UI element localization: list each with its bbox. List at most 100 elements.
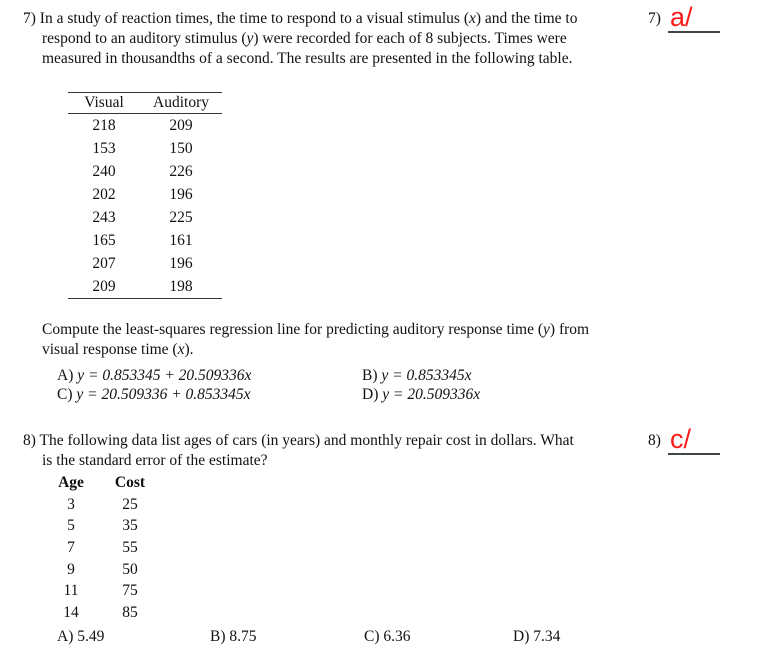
- table-row: 218 209: [68, 114, 222, 138]
- question-8-choice-d[interactable]: D) 7.34: [513, 627, 560, 647]
- table-header-row: Visual Auditory: [68, 92, 222, 114]
- table-cell: 218: [92, 116, 116, 134]
- table-row: 202 196: [68, 183, 222, 206]
- answer-7-mark: a/: [670, 2, 693, 32]
- table-cell: 11: [63, 582, 79, 600]
- question-8-choice-b[interactable]: B) 8.75: [210, 627, 257, 647]
- table-cell: 25: [122, 495, 138, 513]
- table-cell: 150: [169, 139, 193, 157]
- question-8-table-body: 3 25 5 35 7 55 9 50 11 75 14 85: [52, 494, 170, 624]
- answer-8: 8) c/: [648, 422, 738, 462]
- table-cell: 153: [92, 139, 116, 157]
- choice-label: C): [57, 386, 73, 403]
- question-8-number: 8): [23, 432, 36, 449]
- choice-label: B): [210, 628, 226, 645]
- table-cell: 75: [122, 582, 138, 600]
- question-8-choice-a[interactable]: A) 5.49: [57, 627, 104, 647]
- choice-label: A): [57, 367, 74, 384]
- table-cell: 202: [92, 185, 116, 203]
- question-7-table: Visual Auditory 218 209 153 150 240 226 202 196…: [68, 92, 222, 299]
- table-cell: 35: [122, 517, 138, 535]
- table-cell: 225: [169, 208, 193, 226]
- answer-7: 7) a/: [648, 0, 738, 40]
- table-cell: 85: [122, 603, 138, 621]
- question-8-table-wrap: Age Cost 3 25 5 35 7 55 9 50 11 75 14 85: [52, 472, 170, 624]
- column-header-auditory: Auditory: [140, 92, 222, 114]
- table-cell: 9: [67, 560, 75, 578]
- choice-text: 6.36: [383, 628, 411, 645]
- question-8-table: Age Cost 3 25 5 35 7 55 9 50 11 75 14 85: [52, 472, 170, 624]
- choice-label: D): [362, 386, 379, 403]
- question-7-table-wrap: Visual Auditory 218 209 153 150 240 226 202 196…: [68, 92, 222, 299]
- question-7: 7) In a study of reaction times, the tim…: [23, 9, 633, 69]
- choice-text: 7.34: [533, 628, 561, 645]
- table-row: 7 55: [52, 537, 170, 559]
- table-cell: 14: [63, 603, 79, 621]
- question-8-text-1: The following data list ages of cars (in…: [39, 432, 574, 449]
- table-cell: 209: [68, 275, 140, 299]
- table-cell: 196: [169, 185, 193, 203]
- table-cell: 226: [169, 162, 193, 180]
- choice-text: y = 20.509336 + 0.853345x: [76, 386, 251, 403]
- table-cell: 55: [122, 538, 138, 556]
- column-header-age: Age: [58, 474, 84, 491]
- table-row: 243 225: [68, 206, 222, 229]
- question-7-table-body: 218 209 153 150 240 226 202 196 243 225 165 161 207 1…: [68, 114, 222, 299]
- column-header-visual: Visual: [68, 92, 140, 114]
- question-7-choice-a[interactable]: A) y = 0.853345 + 20.509336x: [57, 366, 251, 386]
- table-cell: 209: [169, 116, 193, 134]
- question-7-number: 7): [23, 10, 36, 27]
- question-7-prompt-line-2: visual response time (x).: [42, 341, 194, 358]
- table-header-row: Age Cost: [52, 472, 170, 494]
- choice-label: B): [362, 367, 378, 384]
- choice-label: D): [513, 628, 530, 645]
- question-7-line-1: 7) In a study of reaction times, the tim…: [23, 9, 633, 29]
- table-row: 14 85: [52, 602, 170, 624]
- question-7-choice-b[interactable]: B) y = 0.853345x: [362, 366, 471, 386]
- question-7-prompt-line-1: Compute the least-squares regression lin…: [42, 321, 590, 338]
- table-cell: 196: [169, 254, 193, 272]
- table-row: 5 35: [52, 516, 170, 538]
- table-row: 209 198: [68, 275, 222, 299]
- table-row: 240 226: [68, 160, 222, 183]
- question-7-choice-c[interactable]: C) y = 20.509336 + 0.853345x: [57, 385, 251, 405]
- choice-text: y = 20.509336x: [382, 386, 481, 403]
- question-8: 8) The following data list ages of cars …: [23, 431, 633, 471]
- choice-label: C): [364, 628, 380, 645]
- choice-label: A): [57, 628, 74, 645]
- table-row: 11 75: [52, 580, 170, 602]
- table-cell: 165: [92, 231, 116, 249]
- question-8-text-2: is the standard error of the estimate?: [42, 452, 268, 469]
- table-cell: 198: [140, 275, 222, 299]
- question-8-line-1: 8) The following data list ages of cars …: [23, 431, 633, 451]
- table-cell: 50: [122, 560, 138, 578]
- table-cell: 7: [67, 538, 75, 556]
- table-cell: 3: [67, 495, 75, 513]
- choice-text: 8.75: [229, 628, 257, 645]
- table-cell: 5: [67, 517, 75, 535]
- answer-8-mark: c/: [670, 424, 692, 454]
- choice-text: 5.49: [77, 628, 105, 645]
- table-cell: 161: [169, 231, 193, 249]
- question-7-text-2: respond to an auditory stimulus (y) were…: [42, 30, 567, 47]
- question-7-text-1: In a study of reaction times, the time t…: [39, 10, 578, 27]
- table-row: 9 50: [52, 559, 170, 581]
- table-row: 3 25: [52, 494, 170, 516]
- table-cell: 207: [92, 254, 116, 272]
- table-row: 153 150: [68, 137, 222, 160]
- answer-7-label: 7): [648, 10, 661, 27]
- question-7-text-3: measured in thousandths of a second. The…: [42, 50, 573, 67]
- question-8-choice-c[interactable]: C) 6.36: [364, 627, 411, 647]
- table-cell: 243: [92, 208, 116, 226]
- table-row: 165 161: [68, 229, 222, 252]
- choice-text: y = 0.853345x: [381, 367, 472, 384]
- table-cell: 240: [92, 162, 116, 180]
- answer-8-label: 8): [648, 432, 661, 449]
- question-7-prompt: Compute the least-squares regression lin…: [42, 320, 589, 360]
- question-7-choice-d[interactable]: D) y = 20.509336x: [362, 385, 480, 405]
- answer-7-blank-line: [668, 31, 720, 33]
- table-row: 207 196: [68, 252, 222, 275]
- choice-text: y = 0.853345 + 20.509336x: [77, 367, 252, 384]
- column-header-cost: Cost: [114, 474, 146, 491]
- answer-8-blank-line: [668, 453, 720, 455]
